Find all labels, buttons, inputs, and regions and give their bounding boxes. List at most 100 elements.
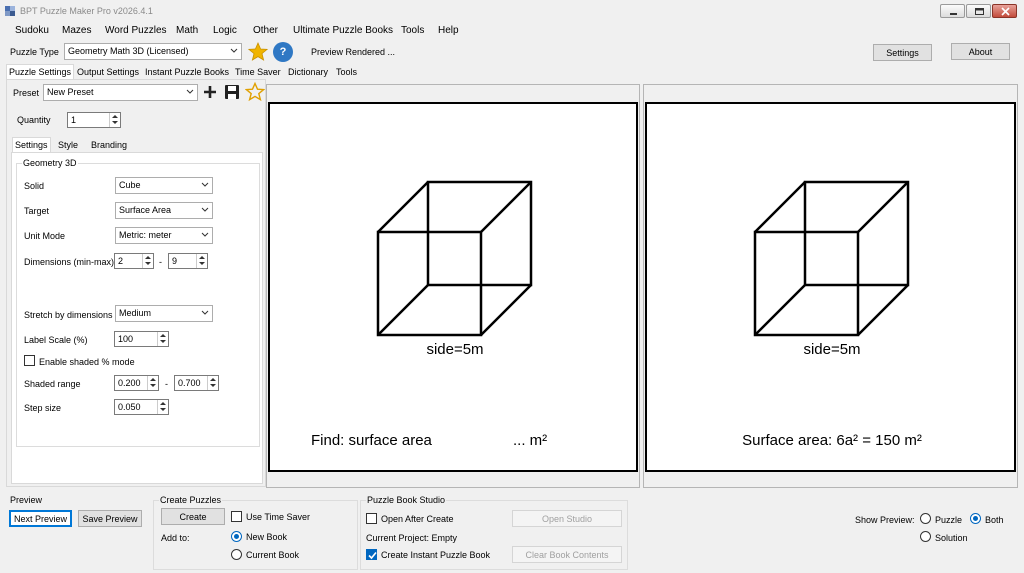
cube-figure [376, 180, 533, 337]
spin-arrows-icon[interactable] [196, 254, 207, 268]
current-book-radio[interactable] [231, 549, 242, 560]
menu-tools[interactable]: Tools [401, 25, 424, 36]
stretch-label: Stretch by dimensions [24, 310, 113, 320]
open-studio-button[interactable]: Open Studio [512, 510, 622, 527]
create-instant-checkbox[interactable] [366, 549, 377, 560]
menu-word-puzzles[interactable]: Word Puzzles [105, 25, 167, 36]
shaded-range-min-stepper[interactable]: 0.200 [114, 375, 159, 391]
dimensions-label: Dimensions (min-max) [24, 257, 115, 267]
preset-select[interactable]: New Preset [43, 84, 198, 101]
favorite-star-icon[interactable] [248, 42, 268, 62]
unit-mode-label: Unit Mode [24, 231, 66, 241]
quantity-value: 1 [71, 115, 77, 125]
preset-label: Preset [13, 88, 40, 98]
show-both-radio[interactable] [970, 513, 981, 524]
add-preset-icon[interactable] [203, 85, 217, 99]
menu-math[interactable]: Math [176, 25, 198, 36]
label-scale-value: 100 [118, 334, 134, 344]
unit-mode-value: Metric: meter [119, 230, 172, 240]
dimensions-min-stepper[interactable]: 2 [114, 253, 154, 269]
tab-dictionary[interactable]: Dictionary [286, 65, 330, 81]
menu-other[interactable]: Other [253, 25, 278, 36]
chevron-down-icon [230, 48, 238, 53]
solution-preview-page: side=5m Surface area: 6a² = 150 m² [645, 102, 1016, 472]
open-after-create-label: Open After Create [381, 514, 454, 524]
add-to-label: Add to: [161, 533, 190, 543]
studio-group-title: Puzzle Book Studio [366, 495, 447, 505]
preset-value: New Preset [47, 87, 94, 97]
subtab-settings[interactable]: Settings [12, 137, 51, 153]
spin-arrows-icon[interactable] [207, 376, 218, 390]
use-time-saver-checkbox[interactable] [231, 511, 242, 522]
solid-label: Solid [24, 181, 45, 191]
next-preview-button[interactable]: Next Preview [9, 510, 72, 527]
show-both-label: Both [985, 515, 1004, 525]
save-preset-icon[interactable] [224, 84, 240, 100]
spin-arrows-icon[interactable] [157, 400, 168, 414]
menu-ultimate-puzzle-books[interactable]: Ultimate Puzzle Books [293, 25, 393, 36]
menu-mazes[interactable]: Mazes [62, 25, 91, 36]
open-after-create-checkbox[interactable] [366, 513, 377, 524]
solution-side-label: side=5m [803, 341, 861, 358]
menu-sudoku[interactable]: Sudoku [15, 25, 49, 36]
shaded-range-label: Shaded range [24, 379, 81, 389]
label-scale-stepper[interactable]: 100 [114, 331, 169, 347]
unit-mode-select[interactable]: Metric: meter [115, 227, 213, 244]
puzzle-answer-blank: ... m² [513, 432, 548, 449]
window-title: BPT Puzzle Maker Pro v2026.4.1 [20, 6, 153, 16]
target-label: Target [24, 206, 50, 216]
show-solution-radio[interactable] [920, 531, 931, 542]
settings-tab-content: Geometry 3D Solid Cube Target Surface Ar… [11, 152, 263, 484]
shaded-mode-checkbox[interactable] [24, 355, 35, 366]
save-preview-button[interactable]: Save Preview [78, 510, 142, 527]
spin-arrows-icon[interactable] [109, 113, 120, 127]
label-scale-label: Label Scale (%) [24, 335, 88, 345]
close-button[interactable] [992, 4, 1017, 18]
shaded-range-separator: - [165, 379, 168, 389]
shaded-mode-label: Enable shaded % mode [39, 357, 135, 367]
step-size-stepper[interactable]: 0.050 [114, 399, 169, 415]
create-button[interactable]: Create [161, 508, 225, 525]
spin-arrows-icon[interactable] [147, 376, 158, 390]
dimensions-max-stepper[interactable]: 9 [168, 253, 208, 269]
show-preview-label: Show Preview: [855, 515, 915, 525]
title-bar: BPT Puzzle Maker Pro v2026.4.1 [0, 0, 1024, 22]
chevron-down-icon [201, 310, 209, 315]
tab-tools[interactable]: Tools [334, 65, 359, 81]
target-select[interactable]: Surface Area [115, 202, 213, 219]
clear-book-contents-button[interactable]: Clear Book Contents [512, 546, 622, 563]
spin-arrows-icon[interactable] [157, 332, 168, 346]
new-book-radio[interactable] [231, 531, 242, 542]
new-book-label: New Book [246, 532, 288, 542]
create-group-title: Create Puzzles [159, 495, 223, 505]
current-book-label: Current Book [246, 550, 300, 560]
spin-arrows-icon[interactable] [142, 254, 153, 268]
quantity-stepper[interactable]: 1 [67, 112, 121, 128]
tab-puzzle-settings[interactable]: Puzzle Settings [6, 64, 75, 80]
favorite-preset-star-icon[interactable] [245, 82, 265, 102]
menu-help[interactable]: Help [438, 25, 459, 36]
show-puzzle-radio[interactable] [920, 513, 931, 524]
menu-logic[interactable]: Logic [213, 25, 237, 36]
solid-select[interactable]: Cube [115, 177, 213, 194]
minimize-button[interactable] [940, 4, 965, 18]
chevron-down-icon [201, 182, 209, 187]
settings-button[interactable]: Settings [873, 44, 932, 61]
maximize-button[interactable] [966, 4, 991, 18]
chevron-down-icon [186, 89, 194, 94]
about-button[interactable]: About [951, 43, 1010, 60]
stretch-select[interactable]: Medium [115, 305, 213, 322]
dimensions-separator: - [159, 257, 162, 267]
solution-preview-panel: side=5m Surface area: 6a² = 150 m² [643, 84, 1018, 488]
dimensions-min-value: 2 [118, 256, 124, 266]
toolbar: Puzzle Type Geometry Math 3D (Licensed) … [0, 40, 1024, 64]
app-icon [5, 6, 15, 16]
step-size-value: 0.050 [118, 402, 141, 412]
shaded-range-max-stepper[interactable]: 0.700 [174, 375, 219, 391]
help-icon[interactable]: ? [273, 42, 293, 62]
puzzle-type-select[interactable]: Geometry Math 3D (Licensed) [64, 43, 242, 60]
current-project-text: Current Project: Empty [366, 533, 458, 543]
create-instant-label: Create Instant Puzzle Book [381, 550, 491, 560]
checkmark-icon [368, 551, 377, 560]
bottom-bar: Preview Next Preview Save Preview Create… [0, 489, 1024, 573]
